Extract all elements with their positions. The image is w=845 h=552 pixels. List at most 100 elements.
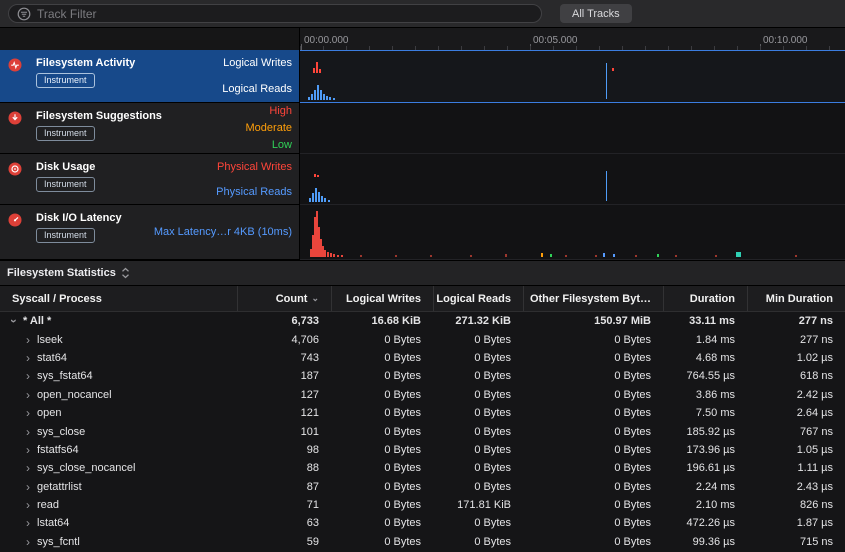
cell-duration: 185.92 µs	[663, 426, 747, 438]
disclosure-triangle[interactable]: ›	[22, 370, 34, 382]
table-row[interactable]: ›lseek4,7060 Bytes0 Bytes0 Bytes1.84 ms2…	[0, 330, 845, 348]
track-row-disk-i-o-latency[interactable]: Disk I/O LatencyInstrumentMax Latency…r …	[0, 205, 299, 260]
cell-other-filesystem-byt: 0 Bytes	[523, 444, 663, 456]
chart-spike	[323, 94, 325, 100]
table-row[interactable]: ›read710 Bytes171.81 KiB0 Bytes2.10 ms82…	[0, 496, 845, 514]
column-header-duration[interactable]: Duration	[663, 286, 747, 311]
cell-logical-writes: 0 Bytes	[331, 536, 433, 548]
column-header-label: Other Filesystem Byt…	[530, 293, 651, 305]
table-row[interactable]: ›fstatfs64980 Bytes0 Bytes0 Bytes173.96 …	[0, 441, 845, 459]
filesystem-suggestions-icon	[8, 111, 22, 125]
disclosure-triangle[interactable]: ›	[22, 426, 34, 438]
cell-min-duration: 2.42 µs	[747, 389, 845, 401]
chart-spike	[603, 253, 605, 257]
column-header-other-filesystem-byt[interactable]: Other Filesystem Byt…	[523, 286, 663, 311]
lane-labels: Logical WritesLogical Reads	[222, 50, 292, 102]
disclosure-triangle[interactable]: ›	[22, 389, 34, 401]
cell-min-duration: 618 ns	[747, 370, 845, 382]
column-header-min-duration[interactable]: Min Duration	[747, 286, 845, 311]
cell-other-filesystem-byt: 0 Bytes	[523, 499, 663, 511]
cell-logical-reads: 0 Bytes	[433, 334, 523, 346]
cell-other-filesystem-byt: 0 Bytes	[523, 426, 663, 438]
tick-label: 00:10.000	[763, 35, 808, 46]
statistics-selector[interactable]: Filesystem Statistics	[7, 267, 130, 279]
syscall-name: open	[37, 407, 61, 419]
cell-duration: 2.10 ms	[663, 499, 747, 511]
disclosure-triangle[interactable]: ›	[22, 407, 34, 419]
column-header-count[interactable]: Count⌄	[237, 286, 331, 311]
track-row-filesystem-activity[interactable]: Filesystem ActivityInstrumentLogical Wri…	[0, 50, 299, 103]
lane-label: Physical Writes	[217, 161, 292, 173]
chart-spike	[314, 90, 316, 100]
ruler-corner	[0, 28, 299, 50]
table-row[interactable]: ›sys_close1010 Bytes0 Bytes0 Bytes185.92…	[0, 422, 845, 440]
column-header-label: Logical Writes	[346, 293, 421, 305]
cell-other-filesystem-byt: 0 Bytes	[523, 536, 663, 548]
cell-duration: 764.55 µs	[663, 370, 747, 382]
column-header-label: Syscall / Process	[12, 293, 102, 305]
table-row[interactable]: ›* All *6,73316.68 KiB271.32 KiB150.97 M…	[0, 312, 845, 330]
table-row[interactable]: ›sys_fstat641870 Bytes0 Bytes0 Bytes764.…	[0, 367, 845, 385]
timeline-track-filesystem-activity[interactable]	[300, 50, 845, 103]
timeline-track-disk-i-o-latency[interactable]	[300, 205, 845, 260]
track-filter-field[interactable]	[8, 4, 542, 23]
column-header-logical-reads[interactable]: Logical Reads	[433, 286, 523, 311]
disclosure-triangle[interactable]: ›	[22, 536, 34, 548]
chart-spike	[715, 255, 717, 257]
track-filter-input[interactable]	[37, 7, 533, 21]
column-header-logical-writes[interactable]: Logical Writes	[331, 286, 433, 311]
track-row-disk-usage[interactable]: Disk UsageInstrumentPhysical WritesPhysi…	[0, 154, 299, 205]
cell-min-duration: 2.43 µs	[747, 481, 845, 493]
disclosure-triangle[interactable]: ›	[22, 444, 34, 456]
lane-label: Max Latency…r 4KB (10ms)	[154, 226, 292, 238]
disk-io-latency-icon	[8, 213, 22, 227]
chart-spike	[606, 171, 607, 201]
disclosure-triangle[interactable]: ›	[22, 352, 34, 364]
disclosure-triangle[interactable]: ›	[22, 462, 34, 474]
sort-indicator-icon: ⌄	[311, 293, 319, 304]
column-header-syscall-process[interactable]: Syscall / Process	[0, 286, 237, 311]
lane-labels: Physical WritesPhysical Reads	[216, 154, 292, 204]
table-row[interactable]: ›lstat64630 Bytes0 Bytes0 Bytes472.26 µs…	[0, 514, 845, 532]
timeline-tracks[interactable]	[299, 50, 845, 260]
disclosure-triangle[interactable]: ›	[22, 334, 34, 346]
instrument-badge: Instrument	[36, 177, 95, 192]
instrument-badge: Instrument	[36, 126, 95, 141]
cell-logical-reads: 171.81 KiB	[433, 499, 523, 511]
time-ruler[interactable]: 00:00.00000:05.00000:10.000	[299, 28, 845, 50]
disclosure-triangle[interactable]: ›	[22, 481, 34, 493]
cell-logical-reads: 0 Bytes	[433, 407, 523, 419]
instrument-badge: Instrument	[36, 228, 95, 243]
table-row[interactable]: ›open1210 Bytes0 Bytes0 Bytes7.50 ms2.64…	[0, 404, 845, 422]
table-row[interactable]: ›sys_close_nocancel880 Bytes0 Bytes0 Byt…	[0, 459, 845, 477]
chart-spike	[565, 255, 567, 257]
syscall-name: read	[37, 499, 59, 511]
cell-min-duration: 1.05 µs	[747, 444, 845, 456]
cell-duration: 4.68 ms	[663, 352, 747, 364]
syscall-name: sys_close_nocancel	[37, 462, 135, 474]
cell-other-filesystem-byt: 0 Bytes	[523, 517, 663, 529]
table-row[interactable]: ›sys_fcntl590 Bytes0 Bytes0 Bytes99.36 µ…	[0, 533, 845, 551]
chart-spike	[321, 196, 323, 202]
disclosure-triangle[interactable]: ›	[22, 517, 34, 529]
timeline-track-filesystem-suggestions[interactable]	[300, 103, 845, 154]
disclosure-triangle[interactable]: ›	[8, 315, 20, 327]
cell-logical-writes: 16.68 KiB	[331, 315, 433, 327]
table-row[interactable]: ›stat647430 Bytes0 Bytes0 Bytes4.68 ms1.…	[0, 349, 845, 367]
chart-spike	[319, 69, 321, 73]
toolbar: All Tracks	[0, 0, 845, 28]
cell-count: 71	[237, 499, 331, 511]
disclosure-triangle[interactable]: ›	[22, 499, 34, 511]
cell-min-duration: 1.02 µs	[747, 352, 845, 364]
cell-logical-writes: 0 Bytes	[331, 407, 433, 419]
track-row-filesystem-suggestions[interactable]: Filesystem SuggestionsInstrumentHighMode…	[0, 103, 299, 154]
chart-spike	[313, 68, 315, 73]
cell-count: 98	[237, 444, 331, 456]
table-row[interactable]: ›open_nocancel1270 Bytes0 Bytes0 Bytes3.…	[0, 386, 845, 404]
syscall-name: * All *	[23, 315, 51, 327]
table-row[interactable]: ›getattrlist870 Bytes0 Bytes0 Bytes2.24 …	[0, 478, 845, 496]
all-tracks-button[interactable]: All Tracks	[560, 4, 632, 23]
chart-spike	[635, 255, 637, 257]
cell-duration: 1.84 ms	[663, 334, 747, 346]
timeline-track-disk-usage[interactable]	[300, 154, 845, 205]
